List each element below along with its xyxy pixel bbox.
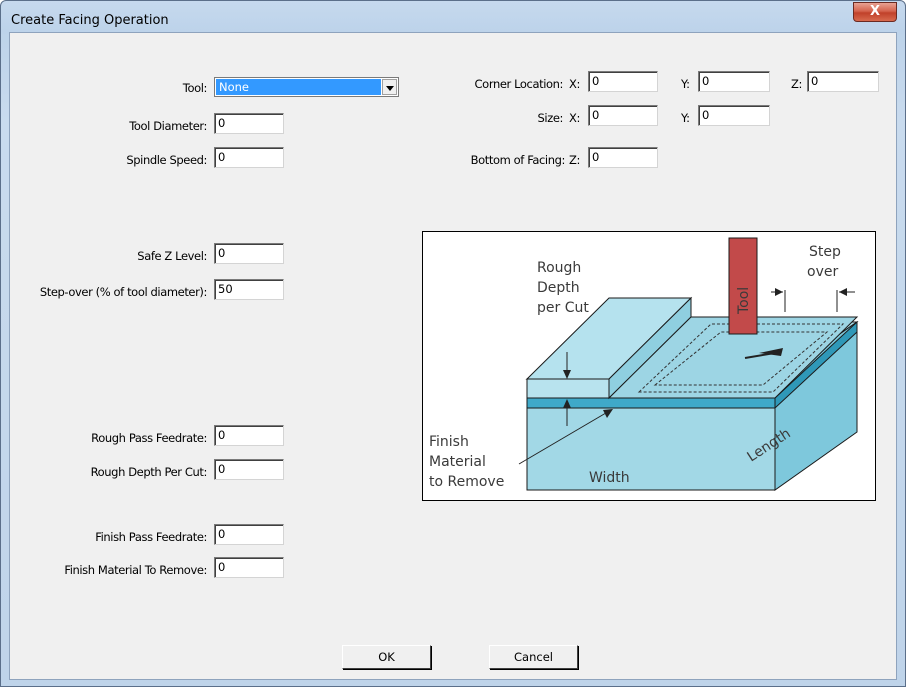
rough-depth-field[interactable]: 0 xyxy=(214,459,284,480)
corner-z-label: Z: xyxy=(791,77,802,91)
rough-depth-text-2: Depth xyxy=(537,280,580,296)
chevron-down-icon[interactable] xyxy=(382,79,397,95)
rough-feedrate-label: Rough Pass Feedrate: xyxy=(91,431,207,445)
corner-z-field[interactable]: 0 xyxy=(807,71,879,92)
spindle-speed-field[interactable]: 0 xyxy=(214,147,284,168)
tool-text: Tool xyxy=(736,287,752,315)
corner-location-label: Corner Location: xyxy=(474,77,564,91)
size-x-label: X: xyxy=(569,111,580,125)
width-text: Width xyxy=(589,470,630,486)
bottom-z-field[interactable]: 0 xyxy=(588,147,658,168)
stepover-arrow-right xyxy=(839,288,847,296)
size-x-field[interactable]: 0 xyxy=(588,105,658,126)
size-y-label: Y: xyxy=(681,111,690,125)
finish-text-2: Material xyxy=(429,454,486,470)
stepover-arrow-left xyxy=(775,288,783,296)
corner-x-label: X: xyxy=(569,77,580,91)
stepover-label: Step-over (% of tool diameter): xyxy=(39,285,208,299)
finish-material-label: Finish Material To Remove: xyxy=(64,563,207,577)
dialog-title: Create Facing Operation xyxy=(11,13,169,28)
cancel-button[interactable]: Cancel xyxy=(489,645,578,669)
size-y-field[interactable]: 0 xyxy=(698,105,770,126)
tool-select-value: None xyxy=(216,79,381,95)
rough-depth-label: Rough Depth Per Cut: xyxy=(90,465,208,479)
corner-y-field[interactable]: 0 xyxy=(698,71,770,92)
size-label: Size: xyxy=(537,111,564,125)
rough-feedrate-field[interactable]: 0 xyxy=(214,425,284,446)
finish-feedrate-label: Finish Pass Feedrate: xyxy=(95,530,207,544)
close-button[interactable]: X xyxy=(853,2,897,22)
finish-text-1: Finish xyxy=(429,434,469,450)
tool-diameter-label: Tool Diameter: xyxy=(129,119,207,133)
rough-strip-front xyxy=(526,378,610,399)
facing-diagram: Tool Step over Rough Depth per Cut Finis… xyxy=(422,231,876,501)
spindle-speed-label: Spindle Speed: xyxy=(126,153,207,167)
corner-y-label: Y: xyxy=(681,77,690,91)
bottom-z-label: Z: xyxy=(569,153,580,167)
stepover-field[interactable]: 50 xyxy=(214,279,284,300)
dialog-window: Create Facing Operation X Tool: None Too… xyxy=(0,0,906,687)
tool-diameter-field[interactable]: 0 xyxy=(214,113,284,134)
rough-depth-text-3: per Cut xyxy=(537,300,589,316)
tool-label: Tool: xyxy=(182,81,208,95)
rough-depth-text-1: Rough xyxy=(537,260,581,276)
finish-material-field[interactable]: 0 xyxy=(214,557,284,578)
close-icon: X xyxy=(869,4,881,19)
safe-z-label: Safe Z Level: xyxy=(137,249,207,263)
safe-z-field[interactable]: 0 xyxy=(214,243,284,264)
bottom-of-facing-label: Bottom of Facing: xyxy=(470,153,566,167)
corner-x-field[interactable]: 0 xyxy=(588,71,658,92)
ok-button[interactable]: OK xyxy=(342,645,431,669)
finish-text-3: to Remove xyxy=(429,474,504,490)
stepover-text-1: Step xyxy=(809,244,841,260)
tool-select[interactable]: None xyxy=(214,77,399,97)
stepover-text-2: over xyxy=(807,264,838,280)
finish-feedrate-field[interactable]: 0 xyxy=(214,524,284,545)
tool-shape xyxy=(728,237,758,335)
facing-diagram-svg: Tool Step over Rough Depth per Cut Finis… xyxy=(429,237,859,491)
